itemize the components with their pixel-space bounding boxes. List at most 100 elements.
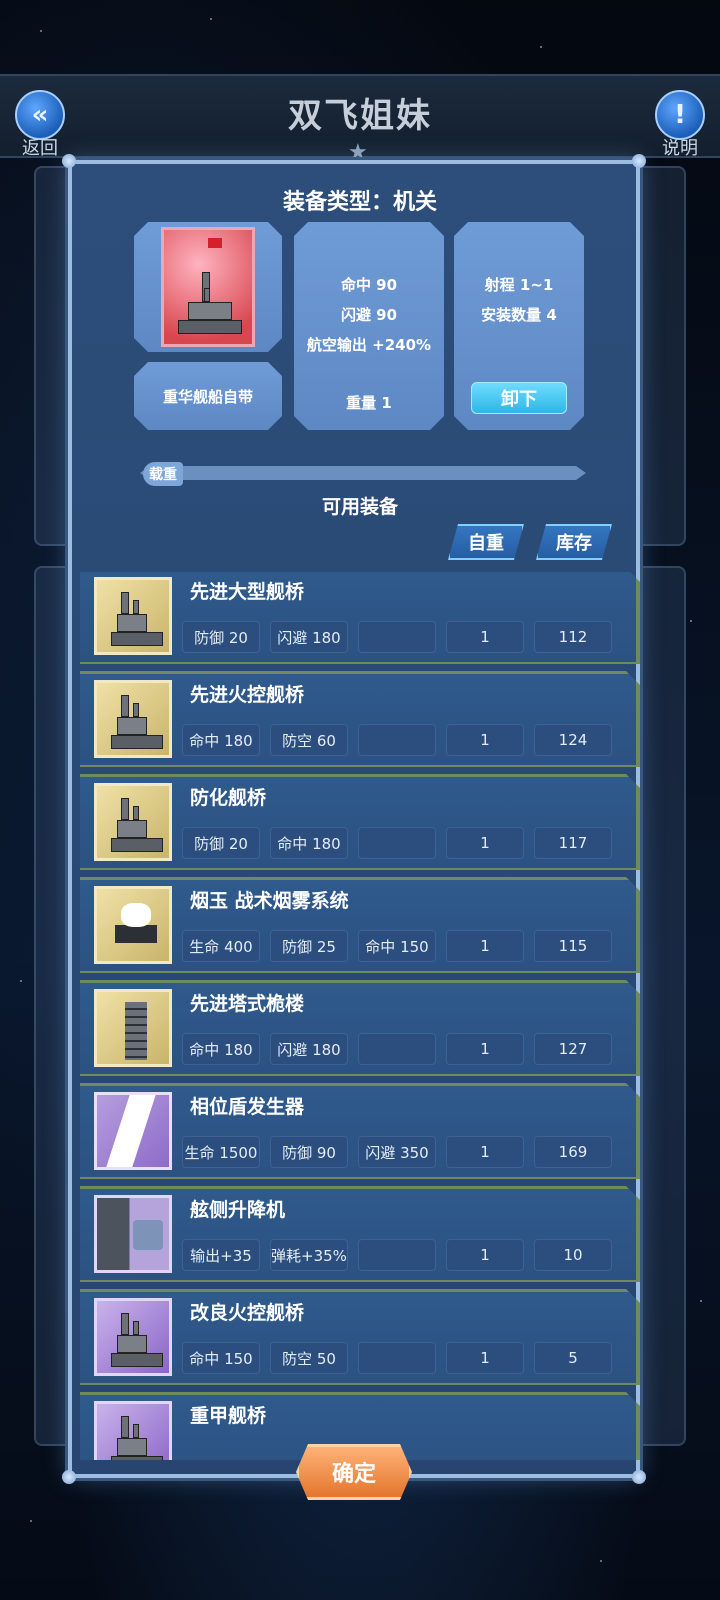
sort-stock-button[interactable]: 库存 — [536, 524, 612, 560]
item-stats-card: 命中 90 闪避 90 航空输出 +240% 重量 1 — [294, 222, 444, 430]
equipment-count: 1 — [446, 724, 524, 756]
confirm-button[interactable]: 确定 — [296, 1444, 412, 1500]
star — [20, 980, 22, 982]
equipment-row[interactable]: 改良火控舰桥 命中 150 防空 50 1 5 — [80, 1289, 640, 1385]
smoke-system-icon — [94, 886, 172, 964]
stat-evade: 闪避 90 — [340, 306, 398, 324]
equipment-stat: 生命 1500 — [182, 1136, 260, 1168]
equipment-row[interactable]: 相位盾发生器 生命 1500 防御 90 闪避 350 1 169 — [80, 1083, 640, 1179]
stat-hit: 命中 90 — [340, 276, 398, 294]
equipment-stat — [358, 1239, 436, 1271]
equipment-count: 1 — [446, 930, 524, 962]
help-button[interactable]: ! 说明 — [650, 90, 710, 160]
equipment-stat: 命中 150 — [358, 930, 436, 962]
equipment-value: 169 — [534, 1136, 612, 1168]
dialog-title: 装备类型：机关 — [282, 190, 437, 215]
equipment-row[interactable]: 烟玉 战术烟雾系统 生命 400 防御 25 命中 150 1 115 — [80, 877, 640, 973]
equipment-stat: 闪避 180 — [270, 1033, 348, 1065]
item-source-label: 重华舰船自带 — [162, 387, 253, 406]
equipment-count: 1 — [446, 1033, 524, 1065]
equipped-item-portrait — [161, 227, 255, 347]
equipment-stat — [358, 1342, 436, 1374]
available-equipment-title: 可用装备 — [321, 496, 398, 518]
stat-range: 射程 1~1 — [484, 276, 554, 294]
equipment-row[interactable]: 先进大型舰桥 防御 20 闪避 180 1 112 — [80, 572, 640, 664]
ship-bridge-icon — [94, 577, 172, 655]
ship-bridge-icon — [94, 680, 172, 758]
equipment-stat — [358, 621, 436, 653]
equipment-stat — [358, 724, 436, 756]
double-chevron-left-icon: « — [15, 90, 65, 140]
equipment-value: 10 — [534, 1239, 612, 1271]
star — [40, 30, 42, 32]
equipment-stat: 闪避 350 — [358, 1136, 436, 1168]
star — [690, 620, 692, 622]
equipment-count: 1 — [446, 827, 524, 859]
star — [600, 1560, 602, 1562]
equipment-stat: 命中 150 — [182, 1342, 260, 1374]
equipment-name: 舷侧升降机 — [190, 1199, 286, 1221]
equipment-list[interactable]: 先进大型舰桥 防御 20 闪避 180 1 112 先进火控舰桥 命中 180 … — [80, 572, 640, 1460]
equipment-value: 112 — [534, 621, 612, 653]
star — [30, 1520, 32, 1522]
equipment-stat: 命中 180 — [182, 1033, 260, 1065]
equipment-stat: 生命 400 — [182, 930, 260, 962]
star — [700, 1300, 702, 1302]
equipment-stat: 命中 180 — [182, 724, 260, 756]
star — [540, 46, 542, 48]
equipment-row[interactable]: 先进火控舰桥 命中 180 防空 60 1 124 — [80, 671, 640, 767]
pagoda-mast-icon — [94, 989, 172, 1067]
equipped-item-card[interactable] — [134, 222, 282, 352]
equipment-count: 1 — [446, 1342, 524, 1374]
equipment-stat — [358, 1033, 436, 1065]
equipment-value: 117 — [534, 827, 612, 859]
equipment-count: 1 — [446, 1136, 524, 1168]
equipment-stat: 弹耗+35% — [270, 1239, 348, 1271]
page-title: 双飞姐妹 — [288, 96, 432, 136]
equipment-row[interactable]: 防化舰桥 防御 20 命中 180 1 117 — [80, 774, 640, 870]
back-button[interactable]: « 返回 — [12, 90, 68, 160]
equipment-count: 1 — [446, 1239, 524, 1271]
exclamation-icon: ! — [655, 90, 705, 140]
equipment-stat: 防御 20 — [182, 621, 260, 653]
equipment-stat: 防御 90 — [270, 1136, 348, 1168]
dialog-corner — [62, 154, 76, 168]
stat-weight: 重量 1 — [346, 394, 392, 412]
unload-button[interactable]: 卸下 — [471, 382, 567, 414]
equipment-name: 防化舰桥 — [190, 787, 267, 809]
equipment-stat — [358, 827, 436, 859]
load-label: 载重 — [143, 462, 183, 486]
ship-bridge-icon — [94, 1298, 172, 1376]
help-label: 说明 — [662, 138, 698, 159]
equipment-name: 先进火控舰桥 — [190, 684, 305, 706]
aircraft-elevator-icon — [94, 1195, 172, 1273]
equipment-name: 重甲舰桥 — [190, 1405, 267, 1427]
equipment-row[interactable]: 先进塔式桅楼 命中 180 闪避 180 1 127 — [80, 980, 640, 1076]
equipment-stat: 防空 50 — [270, 1342, 348, 1374]
phase-shield-icon — [94, 1092, 172, 1170]
load-capacity-bar — [140, 466, 586, 480]
item-source-card: 重华舰船自带 — [134, 362, 282, 430]
equipment-name: 先进塔式桅楼 — [190, 993, 305, 1015]
equipment-value: 127 — [534, 1033, 612, 1065]
ship-bridge-icon — [94, 783, 172, 861]
equipment-name: 相位盾发生器 — [190, 1096, 305, 1118]
equipment-name: 改良火控舰桥 — [190, 1302, 305, 1324]
stat-install-count: 安装数量 4 — [481, 306, 557, 324]
sort-self-weight-button[interactable]: 自重 — [448, 524, 524, 560]
flag-icon — [208, 238, 222, 248]
equipment-value: 124 — [534, 724, 612, 756]
equipment-stat: 输出+35 — [182, 1239, 260, 1271]
equipment-row[interactable]: 舷侧升降机 输出+35 弹耗+35% 1 10 — [80, 1186, 640, 1282]
equipment-stat: 防空 60 — [270, 724, 348, 756]
equipment-value: 5 — [534, 1342, 612, 1374]
equipment-name: 烟玉 战术烟雾系统 — [190, 890, 349, 912]
equipment-stat: 防御 20 — [182, 827, 260, 859]
equipment-stat: 命中 180 — [270, 827, 348, 859]
item-range-card: 射程 1~1 安装数量 4 卸下 — [454, 222, 584, 430]
ship-bridge-icon — [94, 1401, 172, 1460]
equipment-stat: 闪避 180 — [270, 621, 348, 653]
dialog-corner — [632, 1470, 646, 1484]
stat-air-output: 航空输出 +240% — [306, 336, 432, 354]
dialog-corner — [632, 154, 646, 168]
